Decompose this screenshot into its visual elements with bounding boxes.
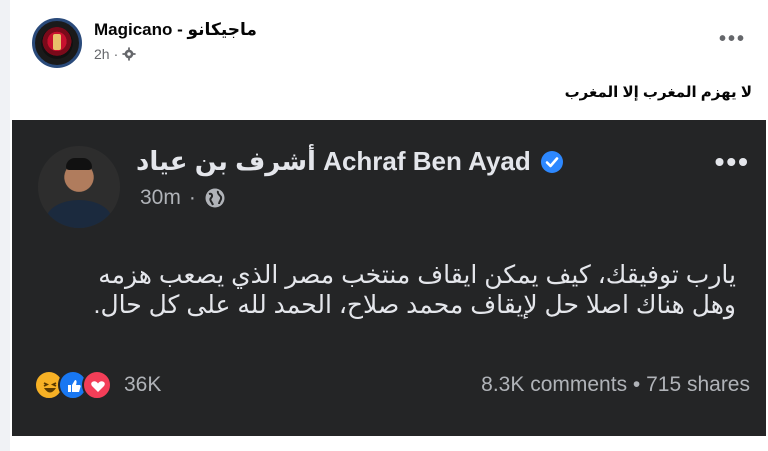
love-icon <box>82 370 112 400</box>
post-options-button[interactable]: ••• <box>719 28 746 51</box>
shared-author-name: أشرف بن عياد Achraf Ben Ayad <box>136 146 565 177</box>
verified-icon <box>540 150 563 173</box>
shared-post-footer: 36K 8.3K comments • 715 shares <box>34 370 750 400</box>
page-name[interactable]: Magicano - ماجيكانو <box>94 20 257 40</box>
shared-author-label: أشرف بن عياد Achraf Ben Ayad <box>136 146 531 176</box>
shared-text-line-2: وهل هناك اصلا حل لإيقاف محمد صلاح، الحمد… <box>93 291 737 319</box>
shared-post-screenshot: أشرف بن عياد Achraf Ben Ayad 30m · ••• ي… <box>12 120 766 436</box>
shared-author-avatar <box>38 146 120 228</box>
shared-text-line-1: يارب توفيقك، كيف يمكن ايقاف منتخب مصر ال… <box>98 261 736 289</box>
dot-separator: · <box>113 46 119 62</box>
dot-separator: · <box>188 186 196 209</box>
post-caption: لا يهزم المغرب إلا المغرب <box>564 84 752 101</box>
shared-more-icon: ••• <box>714 146 750 177</box>
globe-icon <box>205 188 225 208</box>
page-avatar[interactable] <box>32 18 82 68</box>
post-meta: 2h · <box>94 46 136 62</box>
gear-icon <box>122 47 136 61</box>
reactions-summary <box>34 370 112 400</box>
shared-post-text: يارب توفيقك، كيف يمكن ايقاف منتخب مصر ال… <box>46 260 737 320</box>
reaction-count: 36K <box>124 373 162 396</box>
shared-post-time: 30m <box>140 186 181 209</box>
comments-shares-count: 8.3K comments • 715 shares <box>481 373 750 396</box>
shared-post-meta: 30m · <box>140 186 226 210</box>
more-icon: ••• <box>718 28 746 50</box>
post-time[interactable]: 2h <box>94 46 110 62</box>
post-card: Magicano - ماجيكانو 2h · ••• لا يهزم الم… <box>10 0 768 451</box>
